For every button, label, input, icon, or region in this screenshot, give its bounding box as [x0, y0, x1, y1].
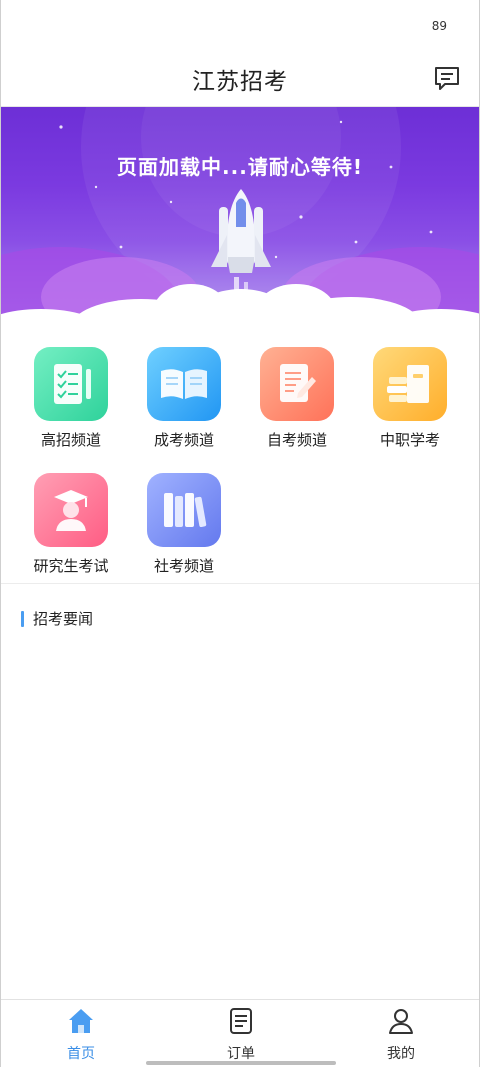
profile-icon [386, 1006, 416, 1036]
loading-text: 页面加载中...请耐心等待! [117, 155, 363, 179]
news-section-title: 招考要闻 [21, 609, 93, 629]
channel-yanjiusheng[interactable]: 研究生考试 [16, 473, 126, 576]
home-icon [66, 1006, 96, 1036]
app-header: 江苏招考 [1, 50, 479, 107]
channel-shekao[interactable]: 社考频道 [129, 473, 239, 576]
bottom-tab-bar: 首页 订单 我的 [1, 999, 479, 1067]
tab-orders[interactable]: 订单 [201, 1006, 281, 1063]
channel-label: 自考频道 [266, 431, 327, 449]
open-book-icon [147, 347, 221, 421]
tab-home[interactable]: 首页 [41, 1006, 121, 1063]
books-stack-icon [373, 347, 447, 421]
document-pen-icon [260, 347, 334, 421]
channel-label: 中职学考 [379, 431, 440, 449]
order-icon [226, 1006, 256, 1036]
bookshelf-icon [147, 473, 221, 547]
page-title: 江苏招考 [192, 69, 288, 95]
channel-label: 高招频道 [40, 431, 101, 449]
tab-label: 我的 [387, 1046, 415, 1062]
channel-gaozhao[interactable]: 高招频道 [16, 347, 126, 450]
graduate-icon [34, 473, 108, 547]
status-bar: 89 [1, 0, 479, 50]
channel-label: 社考频道 [153, 557, 214, 575]
channel-zhongzhi[interactable]: 中职学考 [355, 347, 465, 450]
loading-banner: 页面加载中...请耐心等待! [1, 107, 479, 332]
rocket-illustration [1, 107, 479, 332]
home-indicator [146, 1061, 336, 1065]
tab-label: 订单 [227, 1046, 255, 1062]
channel-chengkao[interactable]: 成考频道 [129, 347, 239, 450]
battery-level: 89 [431, 19, 447, 33]
tab-label: 首页 [67, 1046, 95, 1062]
channel-grid: 高招频道 成考频道 自考频道 中职学考 研究生考试 社考频道 [1, 332, 479, 584]
message-icon[interactable] [433, 64, 461, 92]
checklist-icon [34, 347, 108, 421]
tab-profile[interactable]: 我的 [361, 1006, 441, 1063]
channel-zikao[interactable]: 自考频道 [242, 347, 352, 450]
channel-label: 成考频道 [153, 431, 214, 449]
channel-label: 研究生考试 [33, 557, 109, 575]
